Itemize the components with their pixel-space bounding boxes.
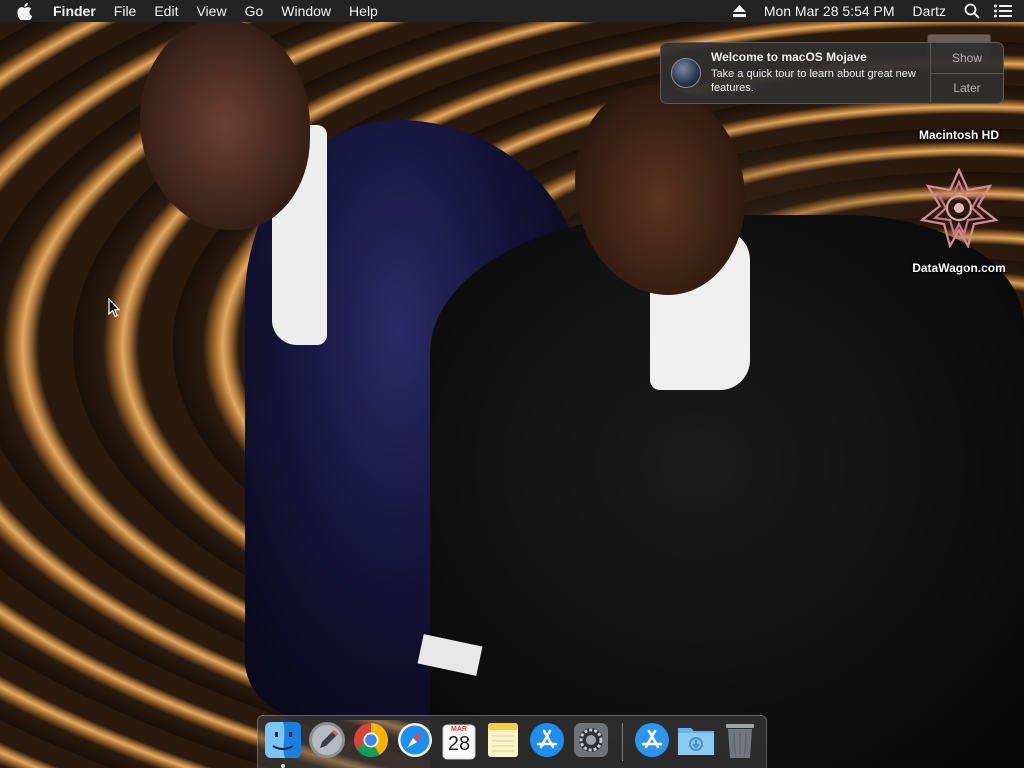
dock-item-safari[interactable]: [396, 722, 434, 763]
desktop-icon-datawagon[interactable]: DataWagon.com: [900, 167, 1018, 275]
dock-item-system-preferences[interactable]: [572, 722, 610, 763]
dock-item-finder[interactable]: [264, 721, 302, 768]
menubar-user[interactable]: Dartz: [913, 0, 946, 22]
calendar-day: 28: [447, 733, 471, 755]
menu-go[interactable]: Go: [245, 0, 264, 22]
menu-file[interactable]: File: [114, 0, 137, 22]
dock-item-chrome[interactable]: [352, 722, 390, 763]
datawagon-logo-icon: [916, 167, 1002, 252]
dock-item-calendar[interactable]: MAR 28: [440, 723, 478, 761]
menu-app-finder[interactable]: Finder: [53, 0, 96, 22]
trash-icon: [725, 721, 755, 764]
app-store-icon: [529, 722, 565, 763]
menu-bar: Finder File Edit View Go Window Help Mon…: [0, 0, 1024, 22]
calendar-icon: MAR 28: [440, 723, 478, 761]
dock: MAR 28: [257, 715, 767, 768]
apple-menu-icon[interactable]: [17, 2, 39, 20]
app-store-icon: [634, 722, 670, 763]
safari-icon: [397, 722, 433, 763]
gear-icon: [573, 722, 609, 763]
menu-edit[interactable]: Edit: [154, 0, 178, 22]
running-indicator: [281, 764, 285, 768]
macos-mojave-icon: [671, 58, 701, 88]
welcome-notification[interactable]: Welcome to macOS Mojave Take a quick tou…: [660, 42, 1004, 104]
finder-icon: [264, 721, 302, 764]
notification-title: Welcome to macOS Mojave: [711, 50, 867, 64]
chrome-icon: [353, 722, 389, 763]
notification-center-icon[interactable]: [994, 4, 1012, 18]
desktop-icon-label: Macintosh HD: [918, 128, 999, 142]
notification-show-button[interactable]: Show: [931, 43, 1003, 73]
spotlight-search-icon[interactable]: [964, 3, 980, 19]
dock-item-app-store[interactable]: [528, 722, 566, 763]
dock-item-trash[interactable]: [721, 723, 759, 761]
dock-item-launchpad[interactable]: [308, 721, 346, 764]
notification-actions: Show Later: [930, 43, 1003, 103]
menubar-clock[interactable]: Mon Mar 28 5:54 PM: [764, 0, 895, 22]
dock-item-notes[interactable]: [484, 722, 522, 763]
dock-divider: [622, 723, 623, 761]
menu-view[interactable]: View: [196, 0, 226, 22]
notification-later-button[interactable]: Later: [931, 72, 1003, 104]
eject-icon[interactable]: [732, 5, 746, 17]
notification-content: Welcome to macOS Mojave Take a quick tou…: [711, 43, 930, 103]
desktop[interactable]: Finder File Edit View Go Window Help Mon…: [0, 0, 1024, 768]
desktop-icon-label: DataWagon.com: [912, 261, 1006, 275]
wallpaper-figure-left-head: [140, 20, 310, 230]
launchpad-icon: [308, 721, 346, 764]
dock-item-applications-stack[interactable]: [633, 722, 671, 763]
dock-item-downloads-stack[interactable]: [677, 723, 715, 761]
menu-help[interactable]: Help: [349, 0, 378, 22]
calendar-month: MAR: [451, 726, 467, 733]
notes-icon: [486, 722, 520, 763]
menu-window[interactable]: Window: [281, 0, 331, 22]
mouse-cursor-icon: [108, 297, 121, 323]
notification-body: Take a quick tour to learn about great n…: [711, 68, 916, 94]
folder-icon: [677, 724, 715, 761]
